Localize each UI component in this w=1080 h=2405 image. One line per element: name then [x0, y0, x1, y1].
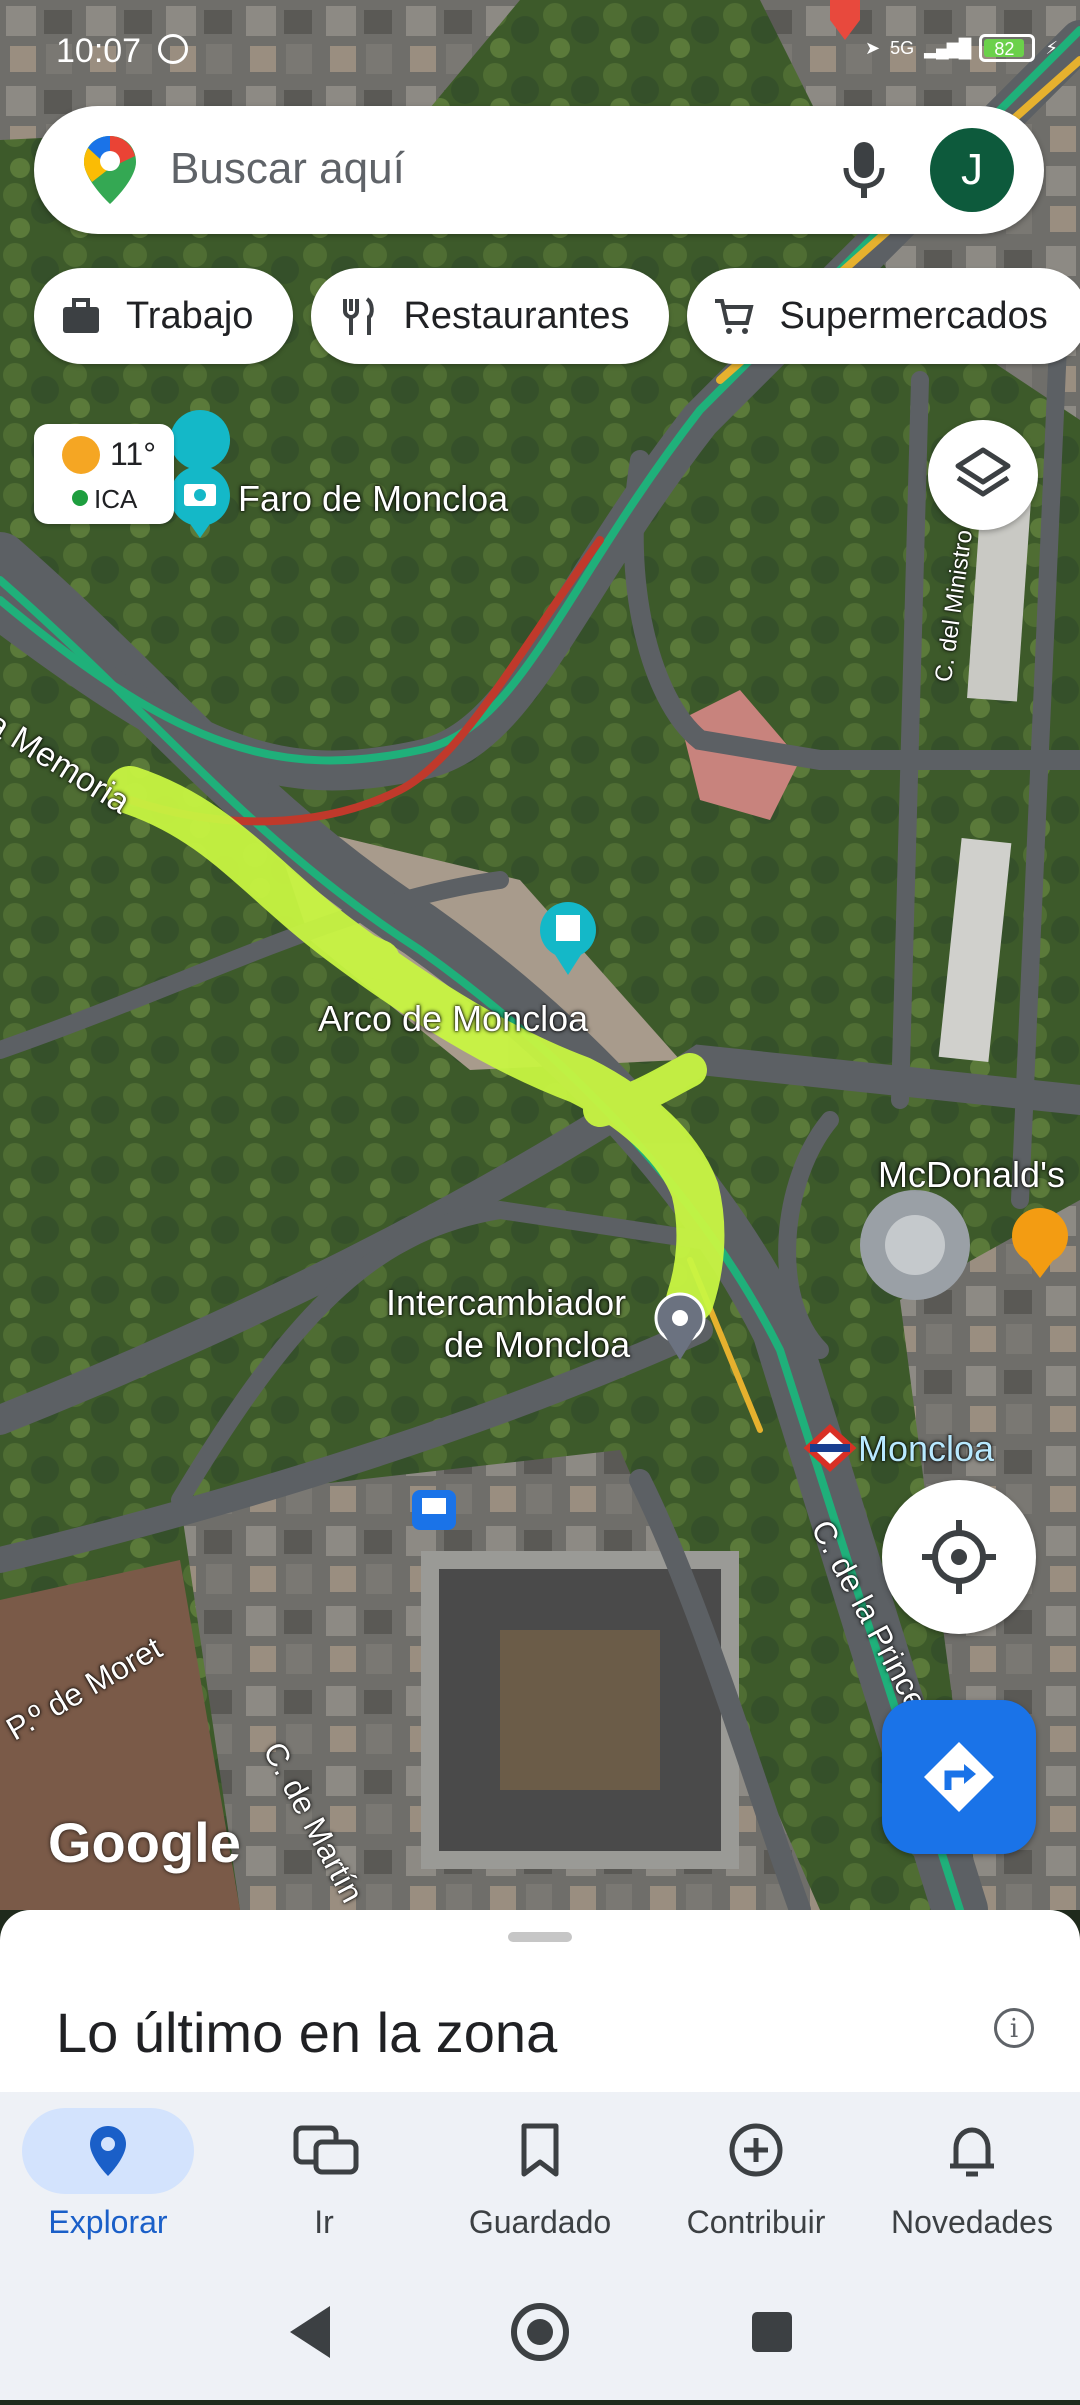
weather-widget[interactable]: 11° ICA — [34, 424, 174, 524]
google-logo: Google — [48, 1811, 241, 1874]
chip-label: Trabajo — [126, 294, 254, 337]
signal-icon: ▂▄▆█ — [924, 37, 971, 58]
temperature: 11° — [110, 436, 157, 472]
bell-icon — [950, 2127, 994, 2177]
fork-knife-icon — [343, 297, 375, 335]
poi-label-intercambiador-2[interactable]: de Moncloa — [444, 1324, 630, 1366]
nav-ir[interactable]: Ir — [216, 2108, 432, 2258]
pin-icon — [90, 2126, 126, 2176]
bottom-navigation: Explorar Ir Guardado Contribuir Novedade… — [0, 2092, 1080, 2264]
poi-label-mcdonalds[interactable]: McDonald's — [878, 1154, 1065, 1196]
sheet-drag-handle[interactable] — [508, 1932, 572, 1942]
my-location-button[interactable] — [882, 1480, 1036, 1634]
recents-icon[interactable] — [752, 2312, 792, 2352]
cart-icon — [715, 299, 755, 334]
plus-circle-icon — [729, 2123, 783, 2177]
category-chips: Trabajo Restaurantes Supermercados — [34, 268, 1080, 364]
crosshair-icon — [922, 1520, 996, 1594]
nav-novedades[interactable]: Novedades — [864, 2108, 1080, 2258]
commute-icon — [293, 2125, 359, 2175]
poi-label-arco[interactable]: Arco de Moncloa — [318, 998, 588, 1040]
nav-explorar[interactable]: Explorar — [0, 2108, 216, 2258]
bottom-sheet[interactable]: Lo último en la zona i — [0, 1910, 1080, 2092]
account-avatar[interactable]: J — [930, 128, 1014, 212]
maps-logo-icon — [84, 136, 136, 204]
chip-supermercados[interactable]: Supermercados — [687, 268, 1080, 364]
search-bar[interactable]: Buscar aquí J — [34, 106, 1044, 234]
network-label: 5G — [890, 37, 915, 58]
layers-button[interactable] — [928, 420, 1038, 530]
sun-icon — [62, 436, 100, 474]
search-input[interactable]: Buscar aquí — [170, 144, 405, 194]
battery-level: 82 — [984, 39, 1025, 59]
alarm-icon — [158, 34, 188, 64]
battery-icon: 82 — [979, 34, 1036, 62]
nav-label: Novedades — [891, 2204, 1053, 2240]
system-nav-buttons — [290, 2303, 792, 2361]
chip-label: Supermercados — [779, 294, 1048, 337]
sheet-title: Lo último en la zona — [56, 2001, 558, 2064]
status-bar: 10:07 ➤ 5G ▂▄▆█ 82 ⚡ — [0, 0, 1080, 100]
directions-icon — [924, 1742, 994, 1812]
back-icon[interactable] — [290, 2306, 330, 2358]
nav-contribuir[interactable]: Contribuir — [648, 2108, 864, 2258]
nav-label: Ir — [314, 2204, 334, 2240]
briefcase-icon — [63, 298, 99, 333]
layers-icon — [955, 447, 1011, 497]
nav-guardado[interactable]: Guardado — [432, 2108, 648, 2258]
bookmark-icon — [521, 2123, 559, 2177]
nav-label: Contribuir — [686, 2204, 826, 2240]
info-icon[interactable]: i — [994, 2008, 1034, 2048]
status-icons: ➤ 5G ▂▄▆█ 82 ⚡ — [865, 34, 1058, 62]
charging-icon: ⚡ — [1045, 37, 1058, 58]
mic-icon[interactable] — [834, 136, 894, 204]
status-time: 10:07 — [56, 32, 142, 70]
poi-label-intercambiador-1[interactable]: Intercambiador — [386, 1282, 626, 1324]
air-quality-dot — [72, 490, 88, 506]
directions-button[interactable] — [882, 1700, 1036, 1854]
nav-label: Explorar — [48, 2204, 168, 2240]
metro-label-moncloa[interactable]: Moncloa — [858, 1428, 994, 1470]
system-navigation — [0, 2264, 1080, 2400]
air-quality-label: ICA — [94, 484, 138, 514]
chip-label: Restaurantes — [403, 294, 630, 337]
chip-restaurantes[interactable]: Restaurantes — [311, 268, 670, 364]
nav-label: Guardado — [468, 2204, 612, 2240]
poi-label-faro[interactable]: Faro de Moncloa — [238, 478, 508, 520]
home-icon[interactable] — [511, 2303, 569, 2361]
chip-trabajo[interactable]: Trabajo — [34, 268, 294, 364]
location-arrow-icon: ➤ — [865, 37, 881, 58]
